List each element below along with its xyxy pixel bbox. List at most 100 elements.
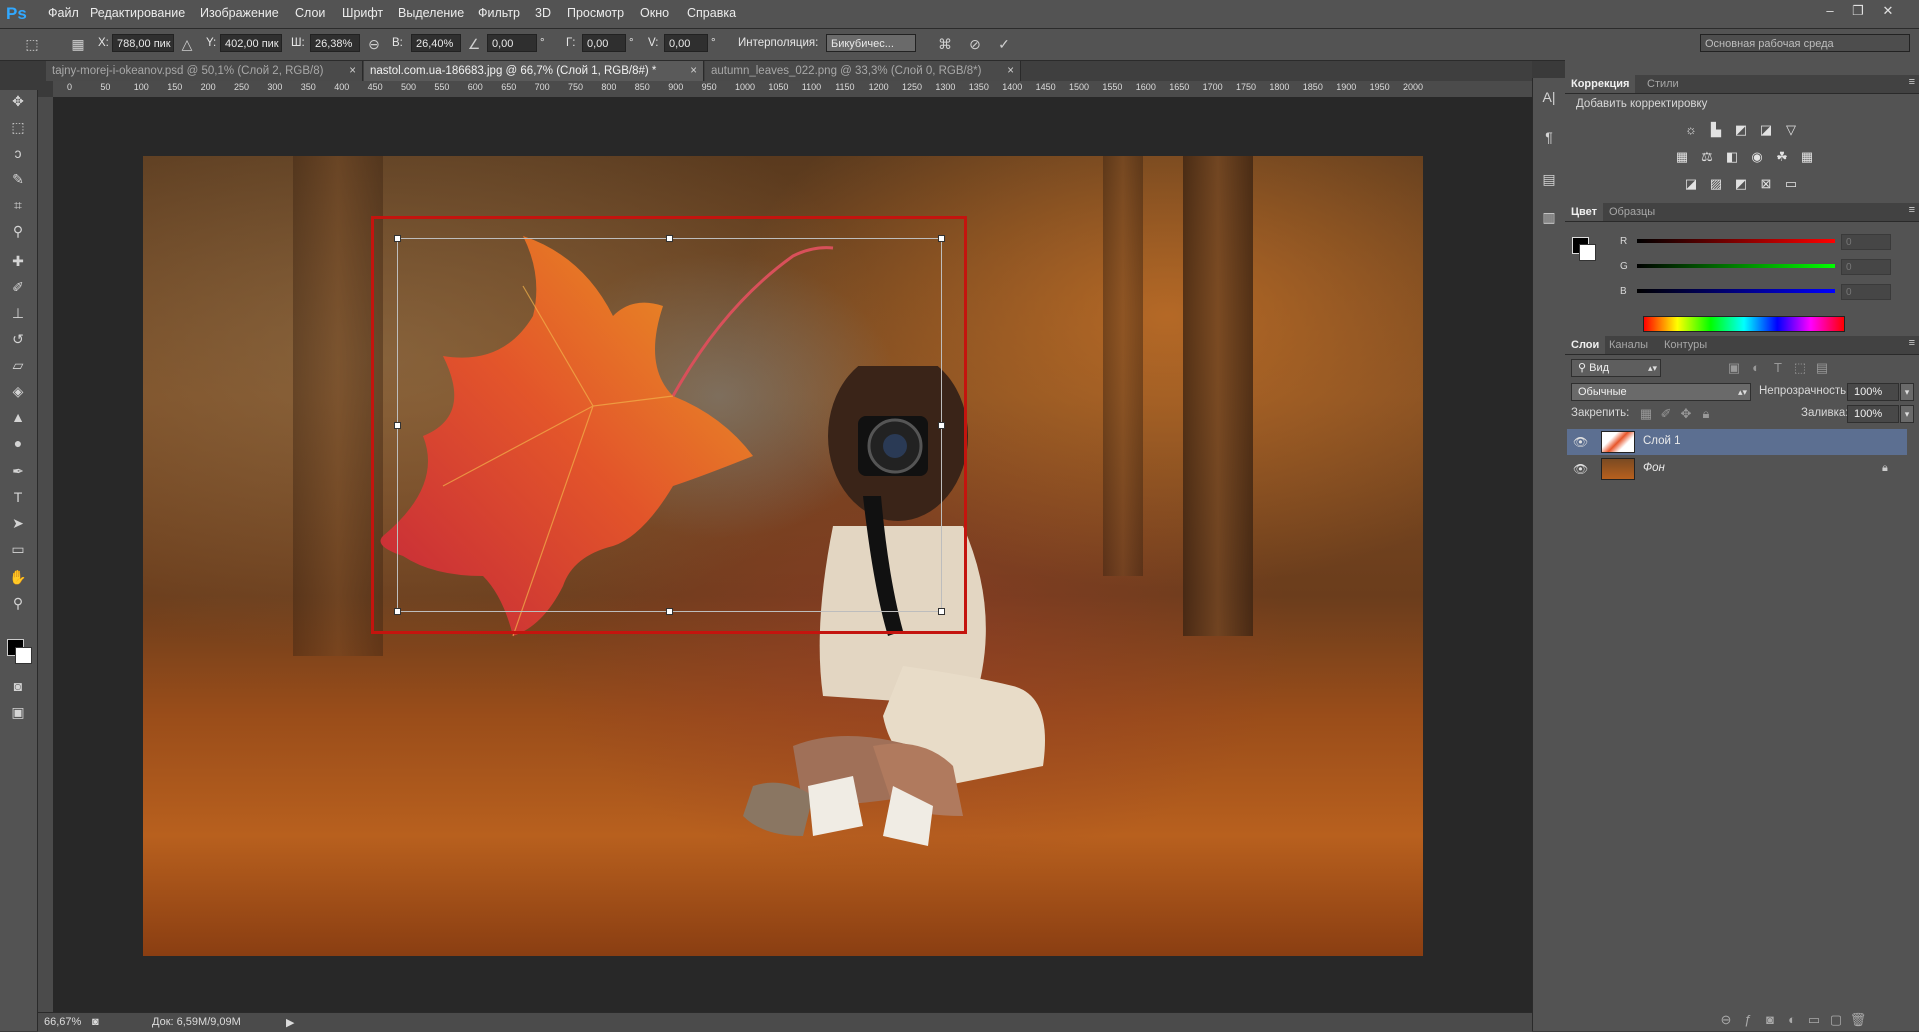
lock-transparency-icon[interactable]: ▦ — [1637, 406, 1655, 422]
link-layers-icon[interactable]: ⊖ — [1717, 1012, 1735, 1028]
opacity-chevron-icon[interactable]: ▾ — [1900, 383, 1914, 401]
filter-shape-icon[interactable]: ⬚ — [1791, 360, 1809, 376]
exposure-icon[interactable]: ◪ — [1757, 122, 1775, 138]
layer-row-sloy1[interactable]: 👁︎ Слой 1 — [1567, 429, 1907, 455]
g-value-input[interactable]: 0 — [1841, 259, 1891, 275]
maximize-button[interactable]: ❐ — [1846, 2, 1870, 20]
tab-correction[interactable]: Коррекция — [1565, 75, 1636, 93]
curves-icon[interactable]: ◩ — [1732, 122, 1750, 138]
posterize-icon[interactable]: ▨ — [1707, 176, 1725, 192]
tab-channels[interactable]: Каналы — [1603, 336, 1654, 354]
menu-view[interactable]: Просмотр — [567, 6, 624, 20]
tab-nastol[interactable]: nastol.com.ua-186683.jpg @ 66,7% (Слой 1… — [364, 61, 704, 81]
cancel-transform-icon[interactable]: ⊘ — [965, 34, 985, 54]
tab-paths[interactable]: Контуры — [1658, 336, 1713, 354]
menu-type[interactable]: Шрифт — [342, 6, 383, 20]
transform-tool-icon[interactable]: ⬚ — [22, 34, 42, 54]
panel-menu-icon[interactable]: ≡ — [1909, 204, 1915, 216]
move-tool-icon[interactable]: ✥ — [6, 90, 30, 112]
transform-handle-r[interactable] — [938, 422, 945, 429]
transform-handle-b[interactable] — [666, 608, 673, 615]
b-slider[interactable] — [1637, 289, 1835, 293]
visibility-eye-icon[interactable]: 👁︎ — [1573, 462, 1588, 476]
lock-position-icon[interactable]: ✥ — [1677, 406, 1695, 422]
opacity-input[interactable]: 100% — [1847, 383, 1899, 401]
menu-window[interactable]: Окно — [640, 6, 669, 20]
close-tab-icon[interactable]: × — [1007, 61, 1014, 81]
transform-handle-bl[interactable] — [394, 608, 401, 615]
h-skew-input[interactable]: 0,00 — [582, 34, 626, 52]
photo-filter-icon[interactable]: ◉ — [1748, 149, 1766, 165]
clone-stamp-tool-icon[interactable]: ⊥ — [6, 302, 30, 324]
character-panel-icon[interactable]: A| — [1538, 86, 1560, 108]
vibrance-icon[interactable]: ▽ — [1782, 122, 1800, 138]
filter-type-icon[interactable]: T — [1769, 360, 1787, 376]
workspace-select[interactable]: Основная рабочая среда — [1700, 34, 1910, 52]
transform-handle-t[interactable] — [666, 235, 673, 242]
layer-name[interactable]: Фон — [1643, 462, 1665, 474]
menu-image[interactable]: Изображение — [200, 6, 279, 20]
levels-icon[interactable]: ▙ — [1707, 122, 1725, 138]
tab-color[interactable]: Цвет — [1565, 203, 1604, 221]
panel-menu-icon[interactable]: ≡ — [1909, 76, 1915, 88]
v-skew-input[interactable]: 0,00 — [664, 34, 708, 52]
filter-smart-object-icon[interactable]: ▤ — [1813, 360, 1831, 376]
path-select-tool-icon[interactable]: ➤ — [6, 512, 30, 534]
rectangle-tool-icon[interactable]: ▭ — [6, 538, 30, 560]
new-layer-icon[interactable]: ▢ — [1827, 1012, 1845, 1028]
paragraph-panel-icon[interactable]: ¶ — [1538, 126, 1560, 148]
y-input[interactable]: 402,00 пик — [220, 34, 282, 52]
screen-mode-icon[interactable]: ▣ — [6, 701, 30, 723]
history-panel-icon[interactable]: ▤ — [1538, 168, 1560, 190]
eraser-tool-icon[interactable]: ▱ — [6, 354, 30, 376]
hue-saturation-icon[interactable]: ▦ — [1673, 149, 1691, 165]
crop-tool-icon[interactable]: ⌗ — [6, 194, 30, 216]
tab-layers[interactable]: Слои — [1565, 336, 1606, 354]
transform-handle-br[interactable] — [938, 608, 945, 615]
filter-adjustment-icon[interactable]: ◐ — [1747, 360, 1765, 376]
color-background-swatch[interactable] — [1579, 244, 1596, 261]
transform-bounding-box[interactable] — [394, 235, 945, 615]
r-value-input[interactable]: 0 — [1841, 234, 1891, 250]
lock-pixels-icon[interactable]: ✐ — [1657, 406, 1675, 422]
warp-icon[interactable]: ⌘ — [935, 34, 955, 54]
panel-menu-icon[interactable]: ≡ — [1909, 337, 1915, 349]
brush-tool-icon[interactable]: ✐ — [6, 276, 30, 298]
blur-tool-icon[interactable]: ▲ — [6, 406, 30, 428]
menu-edit[interactable]: Редактирование — [90, 6, 185, 20]
pen-tool-icon[interactable]: ✒ — [6, 460, 30, 482]
black-white-icon[interactable]: ◧ — [1723, 149, 1741, 165]
layer-style-icon[interactable]: ƒ — [1739, 1012, 1757, 1028]
selective-color-icon[interactable]: ⊠ — [1757, 176, 1775, 192]
layer-filter-select[interactable]: ⚲ Вид ▴▾ — [1571, 359, 1661, 377]
history-brush-tool-icon[interactable]: ↺ — [6, 328, 30, 350]
transform-handle-tr[interactable] — [938, 235, 945, 242]
quick-select-tool-icon[interactable]: ✎ — [6, 168, 30, 190]
delete-layer-icon[interactable]: 🗑︎ — [1849, 1012, 1867, 1028]
brightness-icon[interactable]: ☼ — [1682, 122, 1700, 138]
reference-point-icon[interactable]: ▦ — [68, 34, 88, 54]
commit-transform-icon[interactable]: ✓ — [994, 34, 1014, 54]
tab-swatches[interactable]: Образцы — [1603, 203, 1661, 221]
paint-bucket-tool-icon[interactable]: ◈ — [6, 380, 30, 402]
angle-input[interactable]: 0,00 — [487, 34, 537, 52]
b-value-input[interactable]: 0 — [1841, 284, 1891, 300]
zoom-level[interactable]: 66,67% — [44, 1016, 81, 1028]
tab-tajny-morej[interactable]: tajny-morej-i-okeanov.psd @ 50,1% (Слой … — [46, 61, 363, 81]
height-input[interactable]: 26,40% — [411, 34, 461, 52]
menu-3d[interactable]: 3D — [535, 6, 551, 20]
close-tab-icon[interactable]: × — [690, 61, 697, 81]
marquee-tool-icon[interactable]: ⬚ — [6, 116, 30, 138]
transform-handle-l[interactable] — [394, 422, 401, 429]
add-mask-icon[interactable]: ◙ — [1761, 1012, 1779, 1028]
color-lookup-icon[interactable]: ▦ — [1798, 149, 1816, 165]
x-input[interactable]: 788,00 пик — [112, 34, 174, 52]
status-info-icon[interactable]: ◙ — [92, 1016, 99, 1028]
new-adjustment-layer-icon[interactable]: ◐ — [1783, 1012, 1801, 1028]
tab-autumn-leaves[interactable]: autumn_leaves_022.png @ 33,3% (Слой 0, R… — [705, 61, 1021, 81]
dodge-tool-icon[interactable]: ● — [6, 432, 30, 454]
fill-input[interactable]: 100% — [1847, 405, 1899, 423]
tab-styles[interactable]: Стили — [1641, 75, 1685, 93]
transform-handle-tl[interactable] — [394, 235, 401, 242]
menu-select[interactable]: Выделение — [398, 6, 464, 20]
